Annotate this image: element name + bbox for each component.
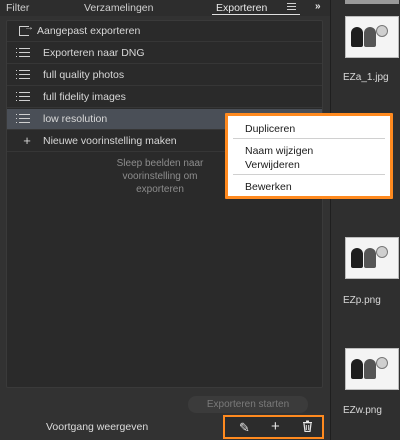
filmstrip: EZa_1.jpg EZp.png EZw.png (330, 0, 400, 440)
preset-row-full-quality[interactable]: full quality photos (7, 65, 322, 86)
preset-actions: ✎ + (223, 415, 324, 439)
expand-panel-icon[interactable]: » (315, 1, 320, 12)
tab-collections[interactable]: Verzamelingen (84, 2, 153, 14)
edit-menu-item[interactable]: Bewerken (245, 181, 292, 193)
show-progress-link[interactable]: Voortgang weergeven (46, 421, 148, 433)
preset-list: Aangepast exporteren Exporteren naar DNG… (6, 20, 323, 388)
trash-icon[interactable] (302, 420, 313, 435)
active-tab-underline (212, 14, 300, 15)
menu-divider (233, 174, 385, 175)
tab-filter[interactable]: Filter (6, 2, 29, 14)
preset-label: full quality photos (43, 69, 125, 81)
list-icon (16, 69, 35, 81)
preset-label: Aangepast exporteren (37, 25, 141, 37)
preset-row-custom-export[interactable]: Aangepast exporteren (7, 21, 322, 42)
tab-export[interactable]: Exporteren (216, 2, 267, 14)
hint-line: voorinstelling om (122, 171, 198, 182)
context-menu: Dupliceren Naam wijzigen Verwijderen Bew… (225, 113, 393, 199)
start-export-button[interactable]: Exporteren starten (188, 396, 308, 413)
preset-row-dng[interactable]: Exporteren naar DNG (7, 43, 322, 64)
pencil-icon[interactable]: ✎ (239, 420, 250, 436)
hint-line: exporteren (136, 184, 184, 195)
list-icon (16, 113, 35, 125)
list-icon (16, 47, 35, 59)
thumbnail-name: EZw.png (343, 405, 382, 416)
thumbnail[interactable] (345, 348, 399, 390)
panel-tabs: Filter Verzamelingen Exporteren » (0, 0, 330, 16)
preset-label: Nieuwe voorinstelling maken (43, 135, 177, 147)
preset-row-full-fidelity[interactable]: full fidelity images (7, 87, 322, 108)
duplicate-menu-item[interactable]: Dupliceren (245, 123, 295, 135)
thumbnail[interactable] (345, 16, 399, 58)
thumbnail[interactable] (345, 237, 399, 279)
thumbnail-name: EZp.png (343, 295, 381, 306)
delete-menu-item[interactable]: Verwijderen (245, 159, 300, 171)
drop-hint: Sleep beelden naar voorinstelling om exp… (80, 157, 240, 196)
thumbnail-partial[interactable] (345, 0, 399, 4)
preset-label: Exporteren naar DNG (43, 47, 145, 59)
preset-label: low resolution (43, 113, 108, 125)
thumbnail-name: EZa_1.jpg (343, 72, 389, 83)
preset-label: full fidelity images (43, 91, 126, 103)
hint-line: Sleep beelden naar (116, 158, 204, 169)
plus-icon: + (23, 133, 31, 148)
add-icon[interactable]: + (271, 418, 280, 435)
menu-divider (233, 138, 385, 139)
export-panel: Filter Verzamelingen Exporteren » Aangep… (0, 0, 330, 440)
list-icon (16, 91, 35, 103)
hamburger-menu-icon[interactable] (287, 3, 296, 11)
rename-menu-item[interactable]: Naam wijzigen (245, 145, 313, 157)
export-icon (19, 22, 34, 36)
